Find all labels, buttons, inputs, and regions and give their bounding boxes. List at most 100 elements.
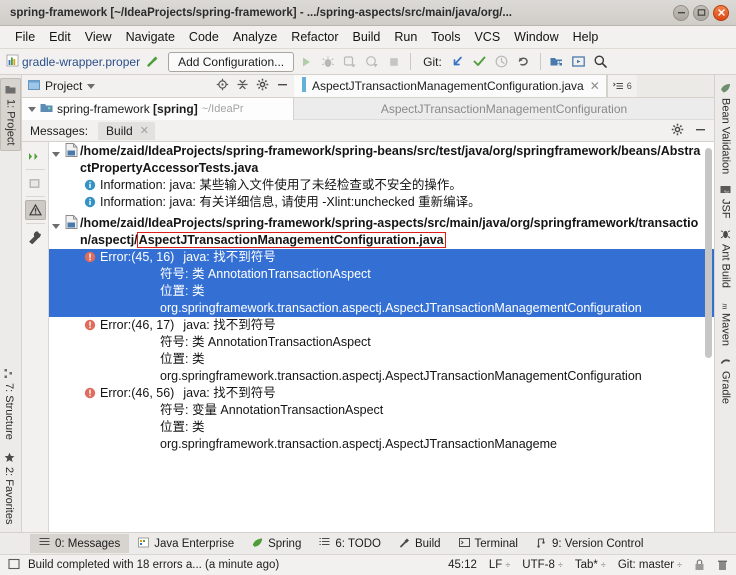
error-location-value: org.springframework.transaction.aspectj.… bbox=[160, 369, 642, 383]
locate-icon[interactable] bbox=[216, 78, 229, 94]
menu-analyze[interactable]: Analyze bbox=[226, 28, 284, 46]
close-button[interactable] bbox=[713, 4, 729, 21]
menu-view[interactable]: View bbox=[78, 28, 119, 46]
menu-help[interactable]: Help bbox=[566, 28, 606, 46]
scrollbar-thumb[interactable] bbox=[705, 148, 712, 358]
project-panel-actions bbox=[216, 78, 294, 94]
editor-tab-strip: AspectJTransactionManagementConfiguratio… bbox=[294, 75, 714, 98]
hide-panel-icon[interactable] bbox=[276, 78, 289, 94]
bottom-tab-java-enterprise[interactable]: Java Enterprise bbox=[129, 534, 243, 554]
message-item[interactable]: Information: java: 某些输入文件使用了未经检查或不安全的操作。 bbox=[49, 177, 714, 194]
build-hammer-icon bbox=[399, 537, 410, 551]
collapse-all-icon[interactable] bbox=[236, 78, 249, 94]
sidebar-item-jsf[interactable]: J JSF bbox=[717, 180, 735, 223]
collapse-all-icon[interactable] bbox=[25, 173, 46, 193]
preview-icon[interactable] bbox=[569, 52, 589, 72]
editor-tab-overflow[interactable]: 6 bbox=[606, 75, 637, 97]
message-group[interactable]: /home/zaid/IdeaProjects/spring-framework… bbox=[49, 214, 714, 249]
project-tree-root-row[interactable]: spring-framework [spring] ~/IdeaPr bbox=[22, 98, 294, 120]
menu-window[interactable]: Window bbox=[507, 28, 565, 46]
menu-edit[interactable]: Edit bbox=[42, 28, 78, 46]
bottom-tab-todo[interactable]: 6: TODO bbox=[310, 534, 390, 553]
bottom-tab-spring-label: Spring bbox=[268, 537, 302, 550]
messages-tree[interactable]: /home/zaid/IdeaProjects/spring-framework… bbox=[49, 142, 714, 532]
menu-tools[interactable]: Tools bbox=[424, 28, 467, 46]
encoding-selector[interactable]: UTF-8 ÷ bbox=[522, 559, 563, 571]
add-configuration-button[interactable]: Add Configuration... bbox=[168, 51, 295, 72]
menu-refactor[interactable]: Refactor bbox=[284, 28, 345, 46]
line-separator-selector[interactable]: LF ÷ bbox=[489, 559, 510, 571]
module-icon bbox=[40, 102, 53, 117]
debug-icon[interactable] bbox=[318, 52, 338, 72]
bottom-tab-spring[interactable]: Spring bbox=[243, 534, 310, 554]
bottom-tab-messages[interactable]: 0: Messages bbox=[30, 534, 130, 553]
menu-navigate[interactable]: Navigate bbox=[119, 28, 182, 46]
profile-icon[interactable] bbox=[362, 52, 382, 72]
hammer-icon[interactable] bbox=[142, 52, 162, 72]
message-group[interactable]: /home/zaid/IdeaProjects/spring-framework… bbox=[49, 142, 714, 177]
menu-build[interactable]: Build bbox=[346, 28, 388, 46]
toolwindow-toggle-icon[interactable] bbox=[8, 558, 20, 573]
bottom-tab-terminal[interactable]: Terminal bbox=[450, 534, 527, 554]
sidebar-item-bean-validation[interactable]: Bean Validation bbox=[717, 79, 735, 178]
search-icon[interactable] bbox=[591, 52, 611, 72]
caret-position[interactable]: 45:12 bbox=[448, 559, 477, 571]
stop-icon[interactable] bbox=[384, 52, 404, 72]
expand-all-icon[interactable] bbox=[25, 146, 46, 166]
messages-build-tab[interactable]: Build ✕ bbox=[98, 121, 155, 140]
maximize-button[interactable] bbox=[693, 4, 709, 21]
settings-gear-icon[interactable] bbox=[256, 78, 269, 94]
error-item[interactable]: Error:(46, 56) java: 找不到符号 符号: 变量 Annota… bbox=[49, 385, 714, 453]
error-summary: java: 找不到符号 bbox=[183, 386, 276, 400]
bottom-tab-version-control[interactable]: 9: Version Control bbox=[527, 534, 652, 554]
build-settings-wrench-icon[interactable] bbox=[25, 227, 46, 247]
settings-gear-icon[interactable] bbox=[671, 123, 684, 139]
messages-vertical-scrollbar[interactable] bbox=[704, 144, 713, 530]
menu-run[interactable]: Run bbox=[387, 28, 424, 46]
git-update-icon[interactable] bbox=[448, 52, 468, 72]
git-history-icon[interactable] bbox=[492, 52, 512, 72]
editor-tab[interactable]: AspectJTransactionManagementConfiguratio… bbox=[294, 75, 607, 97]
sidebar-item-favorites[interactable]: 2: Favorites bbox=[0, 447, 18, 529]
trash-icon[interactable] bbox=[717, 559, 728, 571]
error-location-value: org.springframework.transaction.aspectj.… bbox=[160, 301, 642, 315]
lock-icon[interactable] bbox=[694, 559, 705, 571]
close-icon[interactable]: ✕ bbox=[140, 124, 149, 137]
git-branch-selector[interactable]: Git: master ÷ bbox=[618, 559, 682, 571]
message-group-file-path[interactable]: /home/zaid/IdeaProjects/spring-framework… bbox=[80, 214, 714, 249]
menu-code[interactable]: Code bbox=[182, 28, 226, 46]
messages-scroll-region: /home/zaid/IdeaProjects/spring-framework… bbox=[49, 142, 714, 532]
git-commit-icon[interactable] bbox=[470, 52, 490, 72]
error-location-label: 位置: 类 bbox=[160, 284, 205, 298]
filter-warnings-icon[interactable] bbox=[24, 200, 46, 220]
chevron-down-icon[interactable] bbox=[87, 83, 96, 89]
sidebar-item-maven[interactable]: m Maven bbox=[717, 294, 735, 350]
status-message[interactable]: Build completed with 18 errors a... (a m… bbox=[28, 559, 279, 571]
indent-selector[interactable]: Tab* ÷ bbox=[575, 559, 606, 571]
message-item[interactable]: Information: java: 有关详细信息, 请使用 -Xlint:un… bbox=[49, 194, 714, 211]
message-item-label: Information: java: 某些输入文件使用了未经检查或不安全的操作。 bbox=[100, 178, 462, 192]
sidebar-item-structure[interactable]: 7: Structure bbox=[0, 363, 18, 445]
bottom-tab-build[interactable]: Build bbox=[390, 534, 450, 554]
error-item-selected[interactable]: Error:(45, 16) java: 找不到符号 符号: 类 Annotat… bbox=[49, 249, 714, 317]
menu-vcs[interactable]: VCS bbox=[467, 28, 507, 46]
message-group-file-path[interactable]: /home/zaid/IdeaProjects/spring-framework… bbox=[80, 142, 714, 177]
git-rollback-icon[interactable] bbox=[514, 52, 534, 72]
run-with-coverage-icon[interactable] bbox=[340, 52, 360, 72]
minimize-button[interactable] bbox=[673, 4, 689, 21]
hide-panel-icon[interactable] bbox=[694, 123, 707, 139]
tree-collapse-arrow-icon[interactable] bbox=[49, 142, 63, 157]
sidebar-item-gradle[interactable]: Gradle bbox=[717, 352, 735, 408]
menu-file[interactable]: File bbox=[8, 28, 42, 46]
window-controls bbox=[673, 4, 732, 21]
tree-collapse-arrow-icon[interactable] bbox=[49, 214, 63, 229]
idea-window: spring-framework [~/IdeaProjects/spring-… bbox=[0, 0, 736, 575]
sidebar-item-ant-build[interactable]: Ant Build bbox=[717, 225, 735, 292]
close-icon[interactable]: ✕ bbox=[590, 79, 600, 93]
project-structure-icon[interactable] bbox=[547, 52, 567, 72]
tree-expand-arrow-icon[interactable] bbox=[28, 106, 36, 112]
toolbar-file-breadcrumb[interactable]: gradle-wrapper.proper bbox=[6, 54, 140, 70]
sidebar-item-project[interactable]: 1: Project bbox=[0, 78, 21, 152]
error-item[interactable]: Error:(46, 17) java: 找不到符号 符号: 类 Annotat… bbox=[49, 317, 714, 385]
run-icon[interactable] bbox=[296, 52, 316, 72]
